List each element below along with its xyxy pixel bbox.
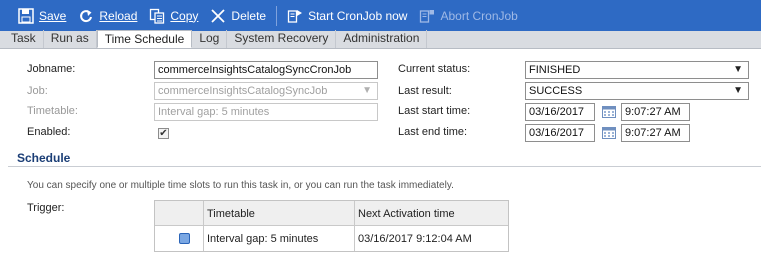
- last-end-label: Last end time:: [398, 126, 468, 138]
- enabled-label: Enabled:: [27, 126, 71, 138]
- delete-label: Delete: [231, 8, 267, 23]
- save-button[interactable]: Save: [12, 0, 72, 31]
- last-start-date-input[interactable]: 03/16/2017: [525, 103, 595, 121]
- last-end-time-input[interactable]: 9:07:27 AM: [621, 124, 690, 142]
- trigger-table: Timetable Next Activation time Interval …: [154, 200, 509, 252]
- jobname-input[interactable]: commerceInsightsCatalogSyncCronJob: [154, 61, 378, 79]
- current-status-select[interactable]: FINISHED ▼: [525, 61, 749, 79]
- table-row-timetable[interactable]: Interval gap: 5 minutes: [207, 233, 318, 245]
- current-status-label: Current status:: [398, 63, 471, 75]
- abort-cronjob-label: Abort CronJob: [440, 8, 518, 23]
- chevron-down-icon: ▼: [733, 85, 743, 96]
- table-row-next-activation[interactable]: 03/16/2017 9:12:04 AM: [358, 233, 472, 245]
- last-result-value: SUCCESS: [529, 85, 583, 97]
- last-end-date-input[interactable]: 03/16/2017: [525, 124, 595, 142]
- tab-time-schedule[interactable]: Time Schedule: [96, 30, 193, 48]
- jobname-label: Jobname:: [27, 63, 76, 75]
- section-divider: [8, 166, 761, 167]
- last-start-time-input[interactable]: 9:07:27 AM: [621, 103, 690, 121]
- start-cronjob-button[interactable]: Start CronJob now: [281, 0, 413, 31]
- save-label: Save: [39, 8, 67, 23]
- column-divider: [203, 201, 204, 251]
- copy-icon: [150, 8, 165, 24]
- last-result-select[interactable]: SUCCESS ▼: [525, 82, 749, 100]
- schedule-hint: You can specify one or multiple time slo…: [27, 180, 454, 191]
- reload-label: Reload: [99, 8, 138, 23]
- schedule-section-title: Schedule: [17, 151, 71, 165]
- close-icon: [211, 8, 226, 23]
- start-job-icon: [287, 9, 303, 23]
- tab-run-as[interactable]: Run as: [44, 30, 97, 48]
- toolbar-divider: [276, 5, 278, 26]
- timetable-field[interactable]: Interval gap: 5 minutes: [154, 103, 378, 121]
- abort-job-icon: [420, 9, 435, 23]
- job-label: Job:: [27, 85, 48, 97]
- floppy-disk-icon: [18, 7, 34, 24]
- column-header-next-activation[interactable]: Next Activation time: [358, 208, 455, 220]
- toolbar: Save Reload Copy Delete Start CronJob no…: [0, 0, 761, 31]
- copy-button[interactable]: Copy: [143, 0, 204, 31]
- trigger-icon: [179, 233, 190, 244]
- column-header-timetable[interactable]: Timetable: [207, 208, 255, 220]
- abort-cronjob-button[interactable]: Abort CronJob: [413, 0, 523, 31]
- job-select[interactable]: commerceInsightsCatalogSyncJob ▼: [154, 82, 378, 100]
- column-divider: [354, 201, 355, 251]
- enabled-checkbox[interactable]: ✔: [158, 128, 169, 139]
- tab-administration[interactable]: Administration: [336, 30, 428, 48]
- delete-button[interactable]: Delete: [204, 0, 272, 31]
- start-cronjob-label: Start CronJob now: [308, 8, 408, 23]
- tab-system-recovery[interactable]: System Recovery: [227, 30, 337, 48]
- trigger-label: Trigger:: [27, 202, 65, 214]
- reload-button[interactable]: Reload: [72, 0, 143, 31]
- chevron-down-icon: ▼: [362, 85, 372, 96]
- timetable-label: Timetable:: [27, 105, 78, 117]
- last-start-label: Last start time:: [398, 105, 471, 117]
- tab-bar: Task Run as Time Schedule Log System Rec…: [0, 30, 761, 49]
- chevron-down-icon: ▼: [733, 64, 743, 75]
- last-result-label: Last result:: [398, 85, 452, 97]
- current-status-value: FINISHED: [529, 64, 581, 76]
- copy-label: Copy: [170, 8, 199, 23]
- calendar-icon[interactable]: [602, 127, 616, 139]
- tab-log[interactable]: Log: [192, 30, 228, 48]
- reload-icon: [80, 9, 93, 22]
- calendar-icon[interactable]: [602, 106, 616, 118]
- job-value: commerceInsightsCatalogSyncJob: [158, 85, 328, 97]
- tab-task[interactable]: Task: [4, 30, 44, 48]
